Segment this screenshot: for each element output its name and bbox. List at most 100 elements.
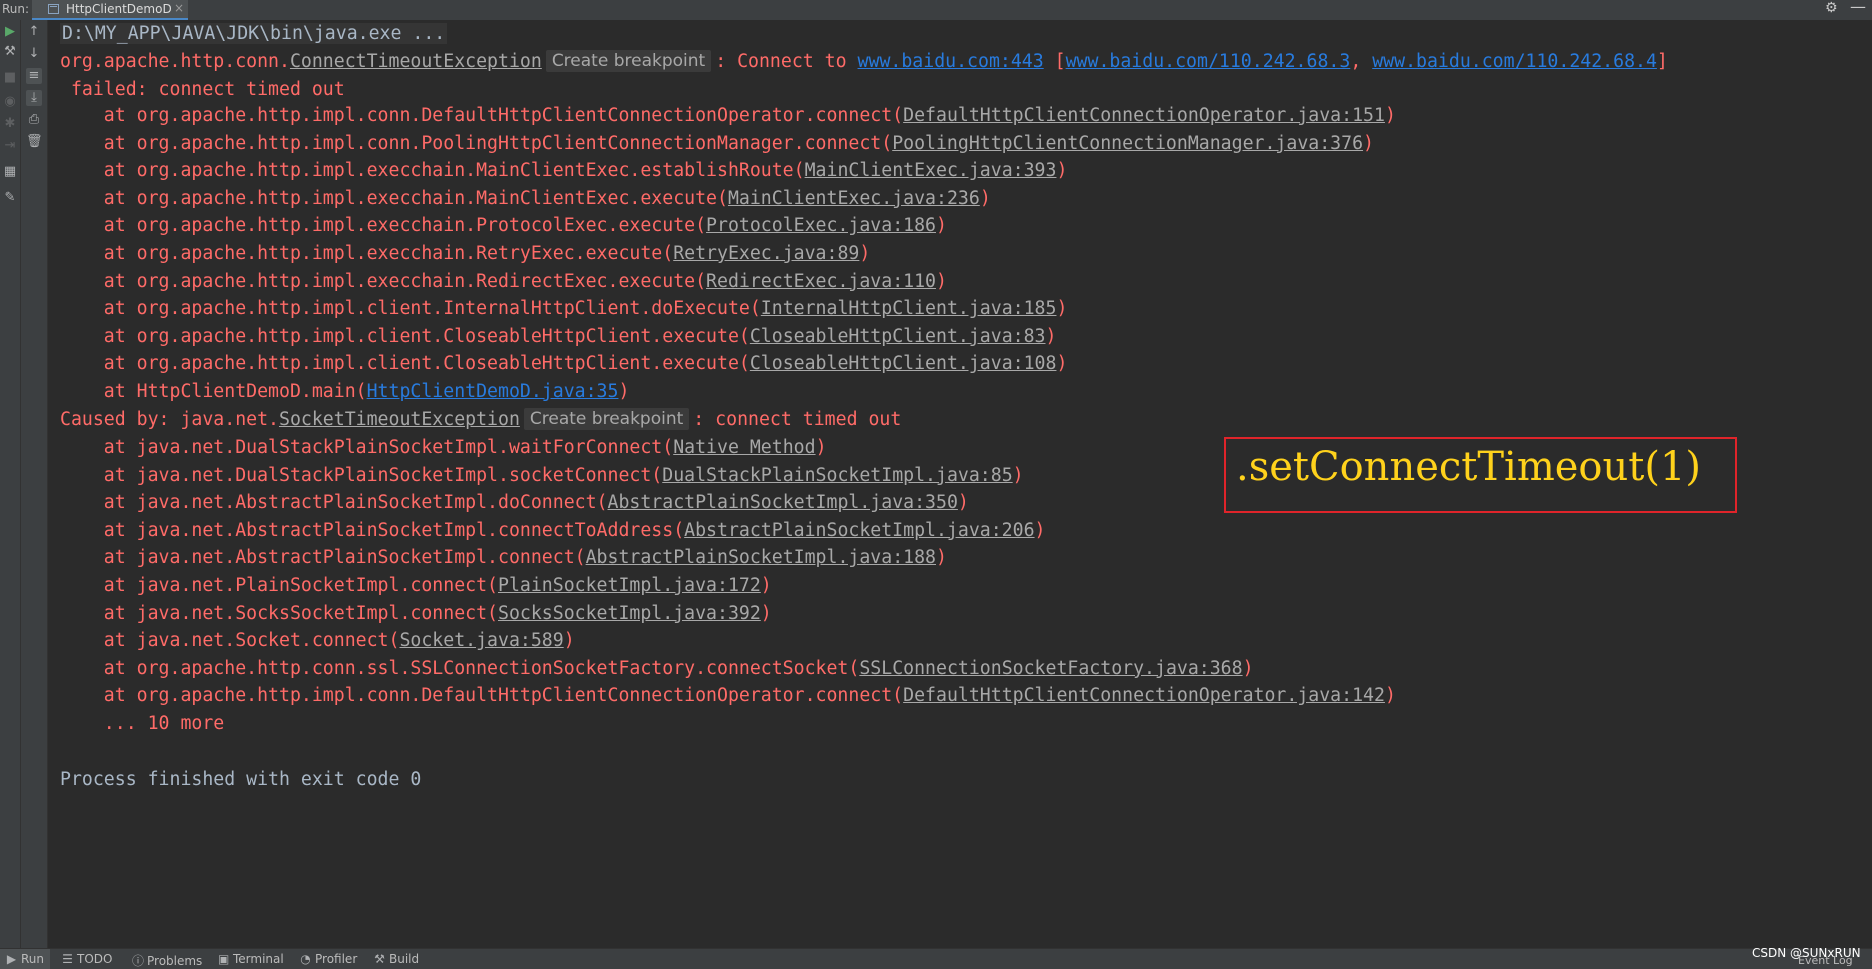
frame-method: at org.apache.http.impl.execchain.Protoc… bbox=[60, 215, 707, 237]
pin-icon[interactable]: ✎ bbox=[2, 190, 18, 206]
frame-source-link[interactable]: AbstractPlainSocketImpl.java:206 bbox=[684, 520, 1034, 541]
frame-source-link[interactable]: SSLConnectionSocketFactory.java:368 bbox=[859, 658, 1242, 679]
frame-method: at java.net.AbstractPlainSocketImpl.conn… bbox=[60, 547, 586, 569]
camera-icon[interactable]: ◉ bbox=[2, 94, 18, 110]
stack-frame: at java.net.AbstractPlainSocketImpl.conn… bbox=[60, 544, 947, 572]
frame-source-link[interactable]: DefaultHttpClientConnectionOperator.java… bbox=[903, 105, 1385, 126]
frame-source-link[interactable]: DefaultHttpClientConnectionOperator.java… bbox=[903, 685, 1385, 706]
print-icon[interactable]: ⎙ bbox=[26, 112, 42, 128]
soft-wrap-icon[interactable]: ≡ bbox=[26, 68, 42, 84]
frame-method: at org.apache.http.conn.ssl.SSLConnectio… bbox=[60, 657, 860, 679]
run-tool-button[interactable]: ▶ Run bbox=[0, 949, 51, 969]
frame-source-link[interactable]: DualStackPlainSocketImpl.java:85 bbox=[662, 465, 1012, 486]
wrench-icon[interactable]: ⚒ bbox=[2, 44, 18, 60]
frame-source-link[interactable]: SocksSocketImpl.java:392 bbox=[498, 603, 761, 624]
host-link[interactable]: www.baidu.com:443 bbox=[858, 51, 1044, 72]
frame-end: ) bbox=[1384, 685, 1396, 707]
frame-end: ) bbox=[1034, 519, 1046, 541]
frame-end: ) bbox=[957, 492, 969, 514]
command-text: D:\MY_APP\JAVA\JDK\bin\java.exe ... bbox=[60, 23, 448, 44]
exception-package: org.apache.http.conn. bbox=[60, 51, 290, 72]
caused-by-class-link[interactable]: SocketTimeoutException bbox=[279, 409, 520, 430]
frame-end: ) bbox=[1056, 160, 1068, 182]
scroll-to-end-icon[interactable]: ⤓ bbox=[26, 90, 42, 106]
minimize-icon[interactable]: — bbox=[1850, 0, 1866, 16]
frame-method: at org.apache.http.impl.execchain.Redire… bbox=[60, 270, 707, 292]
stack-frame: at java.net.AbstractPlainSocketImpl.doCo… bbox=[60, 489, 969, 517]
stack-frame: at org.apache.http.impl.conn.DefaultHttp… bbox=[60, 102, 1396, 130]
frame-end: ) bbox=[1012, 464, 1024, 486]
frame-method: at org.apache.http.impl.client.Closeable… bbox=[60, 353, 750, 375]
frame-source-link[interactable]: PoolingHttpClientConnectionManager.java:… bbox=[892, 133, 1363, 154]
frame-method: at java.net.AbstractPlainSocketImpl.doCo… bbox=[60, 492, 608, 514]
frame-source-link[interactable]: AbstractPlainSocketImpl.java:350 bbox=[608, 492, 958, 513]
stack-frame: at org.apache.http.impl.client.Closeable… bbox=[60, 350, 1068, 378]
create-breakpoint-button[interactable]: Create breakpoint bbox=[545, 50, 712, 72]
problems-label: Problems bbox=[147, 954, 203, 968]
frame-source-link[interactable]: Native Method bbox=[673, 437, 815, 458]
frame-source-link[interactable]: AbstractPlainSocketImpl.java:188 bbox=[586, 547, 936, 568]
frame-source-link[interactable]: ProtocolExec.java:186 bbox=[706, 215, 936, 236]
arrow-down-icon[interactable]: ↓ bbox=[26, 46, 42, 62]
frame-end: ) bbox=[760, 575, 772, 596]
stack-frame: at java.net.SocksSocketImpl.connect(Sock… bbox=[60, 600, 772, 628]
build-tool-button[interactable]: ⚒ Build bbox=[374, 952, 419, 966]
annotation-text: .setConnectTimeout(1) bbox=[1236, 444, 1701, 490]
frame-source-link[interactable]: RetryExec.java:89 bbox=[673, 243, 859, 264]
caused-by-line: Caused by: java.net.SocketTimeoutExcepti… bbox=[60, 406, 901, 434]
problems-tool-button[interactable]: ⓘ Problems bbox=[132, 952, 202, 969]
frame-end: ) bbox=[936, 215, 947, 237]
stack-frame: at org.apache.http.impl.execchain.MainCl… bbox=[60, 157, 1068, 185]
settings-dim-icon[interactable]: ✱ bbox=[2, 116, 18, 132]
caused-by-package: Caused by: java.net. bbox=[60, 409, 279, 430]
exception-continuation: failed: connect timed out bbox=[60, 79, 345, 100]
frame-method: at org.apache.http.impl.conn.DefaultHttp… bbox=[60, 105, 904, 126]
frame-source-link[interactable]: Socket.java:589 bbox=[399, 630, 563, 651]
todo-tool-button[interactable]: ☰ TODO bbox=[62, 952, 112, 966]
terminal-tool-button[interactable]: ▣ Terminal bbox=[218, 952, 284, 966]
frame-method: at org.apache.http.impl.conn.DefaultHttp… bbox=[60, 685, 904, 707]
stack-frame: at org.apache.http.conn.ssl.SSLConnectio… bbox=[60, 655, 1254, 683]
layout-icon[interactable]: ▦ bbox=[2, 164, 18, 180]
frame-source-link[interactable]: PlainSocketImpl.java:172 bbox=[498, 575, 761, 596]
frame-source-link[interactable]: HttpClientDemoD.java:35 bbox=[367, 381, 619, 402]
stack-frame: at org.apache.http.impl.execchain.Protoc… bbox=[60, 212, 947, 240]
profiler-label: Profiler bbox=[315, 952, 358, 966]
stack-frame: at org.apache.http.impl.client.Closeable… bbox=[60, 323, 1057, 351]
frame-source-link[interactable]: MainClientExec.java:393 bbox=[805, 160, 1057, 181]
frame-end: ) bbox=[1056, 353, 1068, 375]
exit-icon[interactable]: ⇥ bbox=[2, 138, 18, 154]
frame-source-link[interactable]: InternalHttpClient.java:185 bbox=[761, 298, 1057, 319]
frame-method: at org.apache.http.impl.execchain.RetryE… bbox=[60, 243, 674, 264]
separator: , bbox=[1350, 51, 1373, 72]
stack-frame: at org.apache.http.impl.conn.DefaultHttp… bbox=[60, 682, 1396, 710]
frame-end: ) bbox=[1045, 325, 1057, 347]
frame-end: ) bbox=[979, 187, 991, 209]
frame-source-link[interactable]: MainClientExec.java:236 bbox=[728, 188, 980, 209]
close-icon[interactable]: × bbox=[174, 1, 184, 15]
address-link-2[interactable]: www.baidu.com/110.242.68.4 bbox=[1372, 51, 1657, 72]
play-icon[interactable]: ▶ bbox=[2, 24, 18, 40]
run-toolbar: ▶ ⚒ ■ ◉ ✱ ⇥ ▦ ✎ bbox=[0, 20, 21, 948]
frame-end: ) bbox=[815, 437, 827, 458]
frame-source-link[interactable]: CloseableHttpClient.java:108 bbox=[750, 353, 1057, 374]
frame-method: at java.net.SocksSocketImpl.connect( bbox=[60, 602, 498, 624]
frame-end: ) bbox=[859, 243, 871, 264]
bracket-open: [ bbox=[1043, 51, 1066, 72]
stack-frame: at org.apache.http.impl.execchain.Redire… bbox=[60, 268, 947, 296]
frame-end: ) bbox=[1363, 132, 1374, 154]
trash-icon[interactable]: 🗑 bbox=[26, 134, 43, 150]
stop-icon[interactable]: ■ bbox=[2, 70, 18, 86]
gear-icon[interactable]: ⚙ bbox=[1825, 0, 1838, 16]
frame-end: ) bbox=[1384, 105, 1396, 126]
address-link-1[interactable]: www.baidu.com/110.242.68.3 bbox=[1066, 51, 1351, 72]
frame-source-link[interactable]: RedirectExec.java:110 bbox=[706, 271, 936, 292]
frame-source-link[interactable]: CloseableHttpClient.java:83 bbox=[750, 326, 1046, 347]
command-line: D:\MY_APP\JAVA\JDK\bin\java.exe ... bbox=[60, 20, 448, 48]
profiler-tool-button[interactable]: ◔ Profiler bbox=[300, 952, 357, 966]
terminal-label: Terminal bbox=[233, 952, 284, 966]
arrow-up-icon[interactable]: ↑ bbox=[26, 24, 42, 40]
create-breakpoint-button-2[interactable]: Create breakpoint bbox=[523, 408, 690, 430]
tab-httpclientdemod[interactable]: HttpClientDemoD × bbox=[32, 0, 188, 20]
exception-class-link[interactable]: ConnectTimeoutException bbox=[290, 51, 542, 72]
